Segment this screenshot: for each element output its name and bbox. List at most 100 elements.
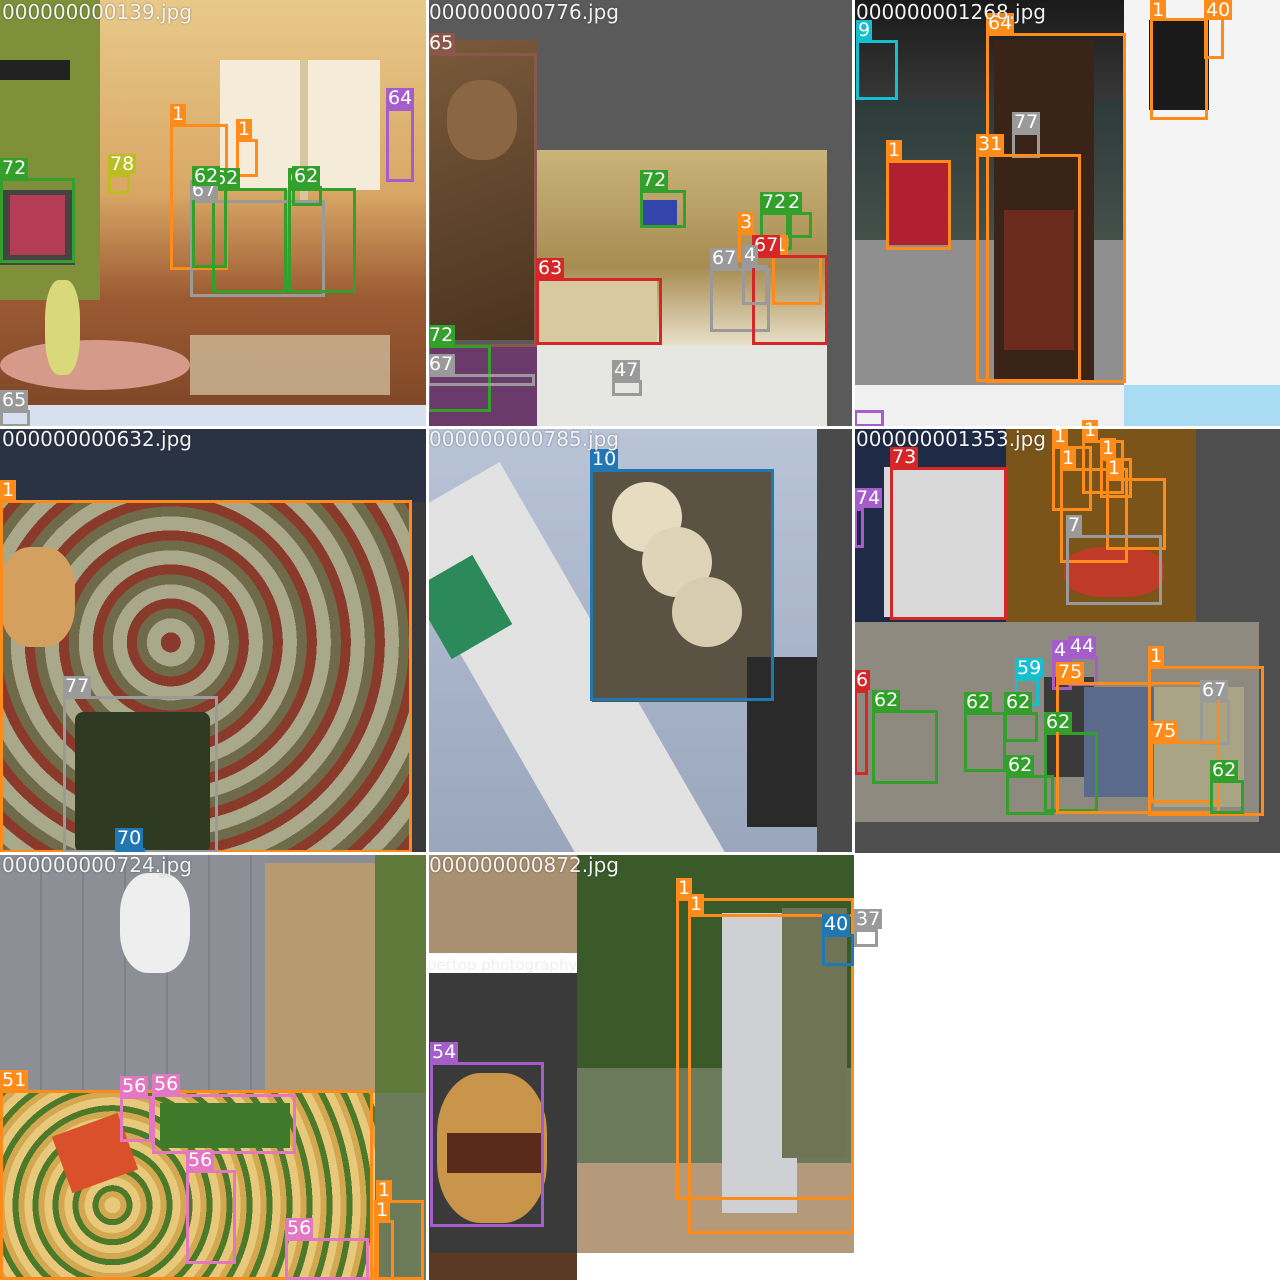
class-label: 65 bbox=[427, 32, 456, 54]
bounding-box bbox=[886, 160, 951, 250]
class-label: 1 bbox=[1150, 0, 1167, 21]
bounding-box bbox=[1204, 15, 1224, 59]
bounding-box bbox=[854, 410, 884, 427]
class-label: 1 bbox=[236, 118, 253, 140]
bounding-box bbox=[374, 1220, 394, 1280]
class-label: 62 bbox=[1004, 691, 1033, 713]
bounding-box bbox=[285, 1238, 369, 1280]
bounding-box bbox=[427, 374, 535, 386]
bounding-box bbox=[742, 265, 768, 305]
class-label: 56 bbox=[186, 1149, 215, 1171]
class-label: 72 bbox=[0, 157, 29, 179]
class-label: 2 bbox=[786, 191, 803, 213]
divider bbox=[0, 852, 854, 855]
class-label: 10 bbox=[590, 448, 619, 470]
class-label: 1 bbox=[1106, 457, 1123, 479]
class-label: 54 bbox=[430, 1041, 459, 1063]
class-label: 62 bbox=[192, 165, 221, 187]
filename-label: 000000000776.jpg bbox=[429, 0, 619, 24]
bounding-box bbox=[854, 929, 878, 947]
class-label: 1 bbox=[688, 893, 705, 915]
class-label: 75 bbox=[1056, 661, 1085, 683]
class-label: 62 bbox=[1210, 759, 1239, 781]
bounding-box bbox=[386, 108, 414, 182]
class-label: 67 bbox=[1200, 679, 1229, 701]
bounding-box bbox=[427, 53, 537, 347]
class-label: 72 bbox=[640, 169, 669, 191]
class-label: 7 bbox=[1066, 514, 1083, 536]
class-label: 4 bbox=[742, 244, 759, 266]
class-label: 1 bbox=[1060, 447, 1077, 469]
class-label: 67 bbox=[710, 247, 739, 269]
class-label: 77 bbox=[1012, 111, 1041, 133]
bounding-box bbox=[890, 467, 1007, 620]
bounding-box bbox=[1210, 780, 1244, 814]
bounding-box bbox=[1004, 712, 1038, 742]
class-label: 4 bbox=[1052, 639, 1069, 661]
filename-label: 000000001353.jpg bbox=[856, 427, 1046, 451]
bounding-box bbox=[612, 380, 642, 396]
filename-label: 000000001268.jpg bbox=[856, 0, 1046, 24]
bounding-box bbox=[854, 508, 864, 548]
filename-label: 000000000724.jpg bbox=[2, 853, 192, 877]
class-label: 72 bbox=[760, 191, 789, 213]
bounding-box bbox=[0, 178, 75, 263]
class-label: 62 bbox=[292, 165, 321, 187]
bounding-box bbox=[108, 174, 130, 194]
class-label: 64 bbox=[386, 87, 415, 109]
bounding-box bbox=[786, 212, 812, 238]
bounding-box bbox=[186, 1170, 236, 1264]
bounding-box bbox=[964, 712, 1006, 772]
bounding-box bbox=[292, 186, 322, 206]
divider bbox=[426, 0, 429, 1280]
class-label: 1 bbox=[376, 1179, 393, 1201]
class-label: 56 bbox=[120, 1075, 149, 1097]
class-label: 67 bbox=[427, 353, 456, 375]
class-label: 31 bbox=[976, 133, 1005, 155]
bounding-box bbox=[1150, 18, 1208, 120]
bounding-box bbox=[536, 278, 662, 345]
bounding-box bbox=[590, 469, 774, 701]
filename-label: 000000000872.jpg bbox=[429, 853, 619, 877]
class-label: 59 bbox=[1015, 657, 1044, 679]
class-label: 1 bbox=[374, 1199, 391, 1221]
bounding-box bbox=[430, 1062, 544, 1227]
class-label: 40 bbox=[1204, 0, 1233, 21]
class-label: 1 bbox=[1100, 437, 1117, 459]
class-label: 6 bbox=[854, 669, 871, 691]
bounding-box bbox=[872, 710, 938, 784]
class-label: 44 bbox=[1068, 635, 1097, 657]
class-label: 65 bbox=[0, 389, 29, 411]
class-label: 1 bbox=[1148, 645, 1165, 667]
class-label: 40 bbox=[822, 913, 851, 935]
class-label: 72 bbox=[427, 324, 456, 346]
bounding-box bbox=[1066, 535, 1162, 605]
class-label: 3 bbox=[738, 211, 755, 233]
class-label: 62 bbox=[964, 691, 993, 713]
bounding-box bbox=[120, 1096, 152, 1142]
class-label: 1 bbox=[170, 103, 187, 125]
bounding-box bbox=[822, 934, 854, 966]
class-label: 70 bbox=[115, 827, 144, 849]
class-label: 63 bbox=[536, 257, 565, 279]
class-label: 56 bbox=[285, 1217, 314, 1239]
bounding-box bbox=[856, 40, 898, 100]
class-label: 75 bbox=[1150, 720, 1179, 742]
bounding-box bbox=[0, 410, 30, 427]
class-label: 1 bbox=[886, 139, 903, 161]
class-label: 74 bbox=[854, 487, 883, 509]
bounding-box bbox=[986, 33, 1126, 383]
bounding-box bbox=[152, 1094, 296, 1154]
class-label: 78 bbox=[108, 153, 137, 175]
class-label: 1 bbox=[1082, 419, 1099, 441]
filename-label: 000000000632.jpg bbox=[2, 427, 192, 451]
watermark-text: pertop photography bbox=[427, 956, 578, 974]
class-label: 62 bbox=[1006, 754, 1035, 776]
class-label: 47 bbox=[612, 359, 641, 381]
class-label: 56 bbox=[152, 1073, 181, 1095]
class-label: 1 bbox=[0, 479, 17, 501]
bounding-box bbox=[854, 690, 868, 775]
bounding-box bbox=[1006, 775, 1054, 815]
filename-label: 000000000785.jpg bbox=[429, 427, 619, 451]
divider bbox=[0, 426, 1280, 429]
